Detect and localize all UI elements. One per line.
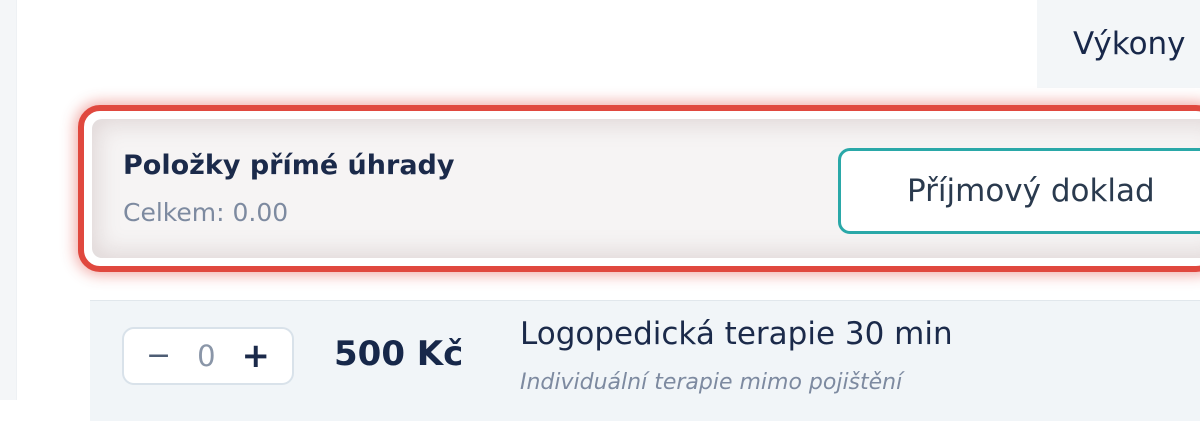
tab-vykony[interactable]: Výkony — [1037, 0, 1200, 88]
receipt-button-label: Příjmový doklad — [907, 173, 1155, 209]
decrement-button[interactable]: − — [146, 341, 171, 371]
quantity-value: 0 — [197, 339, 216, 373]
tab-vykony-label: Výkony — [1073, 26, 1186, 62]
item-price: 500 Kč — [334, 334, 464, 374]
item-description: Individuální terapie mimo pojištění — [520, 370, 903, 395]
direct-payment-title: Položky přímé úhrady — [123, 150, 455, 181]
increment-button[interactable]: + — [242, 339, 271, 373]
direct-payment-total: Celkem: 0.00 — [123, 198, 289, 227]
receipt-button[interactable]: Příjmový doklad — [838, 148, 1200, 234]
item-name: Logopedická terapie 30 min — [520, 316, 953, 352]
left-rail — [0, 0, 17, 400]
quantity-stepper: − 0 + — [122, 327, 294, 385]
